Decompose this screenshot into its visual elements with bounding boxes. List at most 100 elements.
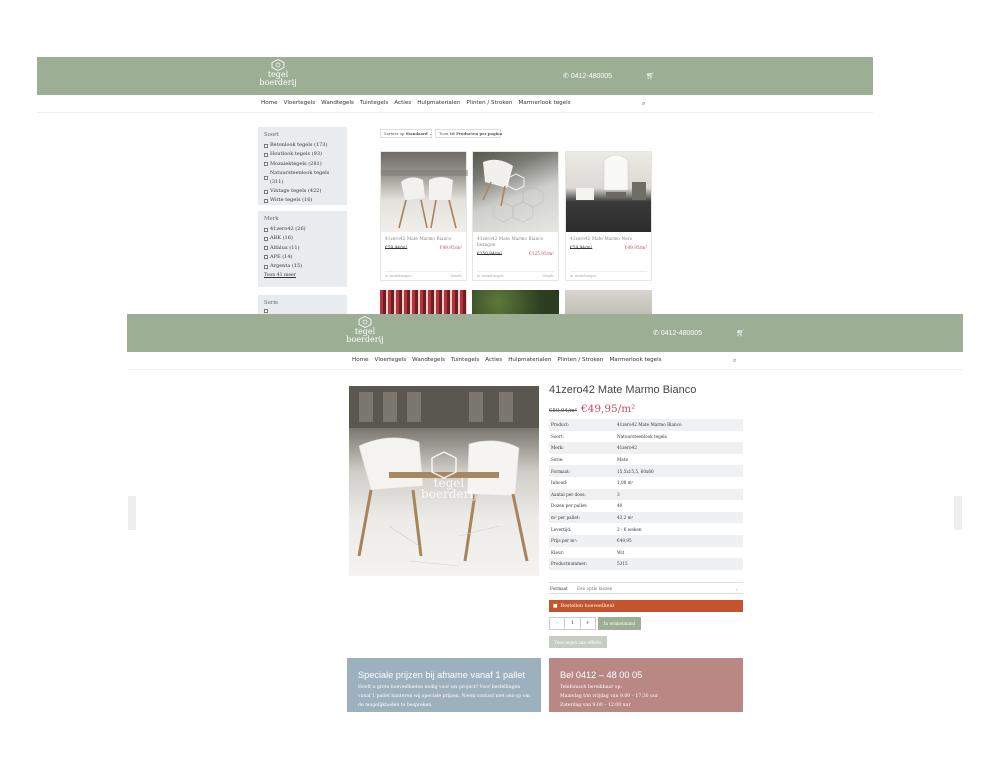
spec-row: Aantal per doos: 3 xyxy=(549,488,743,501)
sale-price: €49,95/m² xyxy=(439,246,462,251)
nav-item[interactable]: Home xyxy=(261,100,278,106)
checkbox[interactable] xyxy=(264,264,268,269)
checkbox[interactable] xyxy=(264,162,268,167)
product-image[interactable] xyxy=(380,290,467,314)
filter-option[interactable]: Mozaiektegels (281) xyxy=(264,160,341,169)
checkbox[interactable] xyxy=(264,176,268,181)
nav-item[interactable]: Marmerlook tegels xyxy=(609,357,661,363)
checkbox[interactable] xyxy=(264,189,268,194)
checkbox[interactable] xyxy=(264,246,268,251)
carousel-prev-arrow[interactable] xyxy=(128,496,136,530)
sale-price: €49,95/m² xyxy=(624,246,647,251)
nav-item[interactable]: Tuintegels xyxy=(360,100,388,106)
promo-line: de mogelijkheden te bespreken. xyxy=(358,703,433,708)
site-header: tegel boerderij ✆ 0412-480005 🛒︎ xyxy=(127,314,963,352)
filter-option[interactable]: Natuursteenlook tegels (311) xyxy=(264,169,341,187)
qty-plus-button[interactable]: + xyxy=(581,618,595,629)
sale-price: €125,95/m² xyxy=(528,252,554,257)
filter-option[interactable] xyxy=(264,309,341,314)
nav-divider xyxy=(37,112,873,113)
add-to-cart-link[interactable]: In winkelwagen xyxy=(477,274,503,278)
nav-item[interactable]: Home xyxy=(352,357,369,363)
nav-item[interactable]: Wandtegels xyxy=(321,100,354,106)
spec-label: Productnummer: xyxy=(551,561,587,567)
filter-option[interactable]: APE (14) xyxy=(264,253,341,262)
cart-icon[interactable]: 🛒︎ xyxy=(736,329,745,337)
spec-row: Merk: 41zero42 xyxy=(549,442,743,454)
details-link[interactable]: Details xyxy=(542,274,554,278)
product-image[interactable] xyxy=(565,290,652,314)
spec-row: Formaat: 15,5x15,5, 60x60 xyxy=(549,465,743,477)
nav-item[interactable]: Hulpmaterialen xyxy=(417,100,460,106)
old-price: €59,94/m² xyxy=(385,246,408,251)
product-main-image[interactable]: tegel boerderij xyxy=(349,386,539,576)
spec-label: Kleur: xyxy=(551,549,565,555)
checkbox[interactable] xyxy=(264,255,268,260)
nav-item[interactable]: Marmerlook tegels xyxy=(518,100,570,106)
filter-option[interactable]: Witte tegels (16) xyxy=(264,196,341,205)
add-to-cart-link[interactable]: In winkelwagen xyxy=(385,274,411,278)
filter-option[interactable]: Argenta (15) xyxy=(264,262,341,271)
nav-item[interactable]: Vloertegels xyxy=(375,357,407,363)
product-card[interactable]: 41zero42 Mate Marmo Bianco hexagon €150,… xyxy=(472,151,559,281)
checkbox[interactable] xyxy=(264,199,268,204)
filter-option[interactable]: Vintage tegels (422) xyxy=(264,187,341,196)
checkbox[interactable] xyxy=(264,227,268,232)
filter-option-label: Mozaiektegels (281) xyxy=(270,160,322,167)
product-name[interactable]: 41zero42 Mate Marmo Bianco hexagon xyxy=(473,232,558,249)
add-to-cart-link[interactable]: In winkelwagen xyxy=(570,274,596,278)
product-image[interactable] xyxy=(472,290,559,314)
product-card[interactable]: 41zero42 Mate Marmo Nero €59,94/m² €49,95… xyxy=(565,151,652,281)
product-name[interactable]: 41zero42 Mate Marmo Nero xyxy=(566,232,651,243)
format-select[interactable]: Een optie kiezen xyxy=(577,586,735,591)
filter-option[interactable]: Betonlook tegels (173) xyxy=(264,141,341,150)
spec-label: Formaat: xyxy=(551,468,571,474)
product-name[interactable]: 41zero42 Mate Marmo Bianco xyxy=(381,232,466,243)
add-to-cart-button[interactable]: In winkelmand xyxy=(598,617,641,630)
nav-item[interactable]: Acties xyxy=(485,357,502,363)
filter-title: Serie xyxy=(264,300,279,306)
sort-select[interactable]: Sorteer op Standaard ⌄ xyxy=(380,129,432,138)
checkbox[interactable] xyxy=(264,237,268,241)
nav-item[interactable]: Hulpmaterialen xyxy=(508,357,551,363)
spec-label: Dozen per pallet: xyxy=(551,503,588,509)
add-to-quote-button[interactable]: Toevoegen aan offerte xyxy=(549,636,607,648)
checkbox[interactable] xyxy=(264,309,268,314)
product-card[interactable]: 41zero42 Mate Marmo Bianco €59,94/m² €49,… xyxy=(380,151,468,281)
spec-value: 3 xyxy=(617,491,620,497)
nav-item[interactable]: Wandtegels xyxy=(412,357,445,363)
site-logo[interactable]: tegel boerderij xyxy=(345,316,385,350)
qty-minus-button[interactable]: - xyxy=(550,618,566,629)
nav-item[interactable]: Plinten / Stroken xyxy=(466,100,512,106)
checkbox[interactable] xyxy=(264,143,268,148)
filter-option[interactable]: Alfalux (11) xyxy=(264,244,341,253)
filter-option[interactable]: ABK (16) xyxy=(264,234,341,243)
nav-divider xyxy=(127,369,963,370)
product-image[interactable] xyxy=(381,152,468,232)
filter-option-label: APE (14) xyxy=(270,253,293,260)
nav-item[interactable]: Tuintegels xyxy=(451,357,479,363)
carousel-next-arrow[interactable] xyxy=(954,496,962,530)
nav-item[interactable]: Plinten / Stroken xyxy=(557,357,603,363)
search-icon[interactable]: ⌕ xyxy=(642,100,645,108)
spec-row: Inhoud: 1,08 m² xyxy=(549,477,743,489)
show-more-link[interactable]: Toon 41 meer xyxy=(264,271,341,280)
filter-serie: Serie xyxy=(258,295,347,314)
header-phone[interactable]: ✆ 0412-480005 xyxy=(563,72,612,80)
nav-item[interactable]: Vloertegels xyxy=(284,100,316,106)
nav-item[interactable]: Acties xyxy=(394,100,411,106)
chevron-down-icon: ⌄ xyxy=(735,585,739,591)
per-page-select[interactable]: Toon 16 Producten per pagina xyxy=(435,129,502,138)
product-image[interactable] xyxy=(473,152,558,232)
details-link[interactable]: Details xyxy=(450,274,462,278)
site-logo[interactable]: tegel boerderij xyxy=(258,59,298,93)
qty-input[interactable]: 1 xyxy=(565,618,581,629)
cart-icon[interactable]: 🛒︎ xyxy=(646,72,655,80)
search-icon[interactable]: ⌕ xyxy=(733,357,736,365)
filter-title: Soort xyxy=(264,132,279,138)
product-image[interactable] xyxy=(566,152,651,232)
filter-option[interactable]: 41zero42 (26) xyxy=(264,225,341,234)
header-phone[interactable]: ✆ 0412-480005 xyxy=(653,329,702,337)
filter-option[interactable]: Houtlook tegels (93) xyxy=(264,150,341,159)
checkbox[interactable] xyxy=(264,153,268,157)
